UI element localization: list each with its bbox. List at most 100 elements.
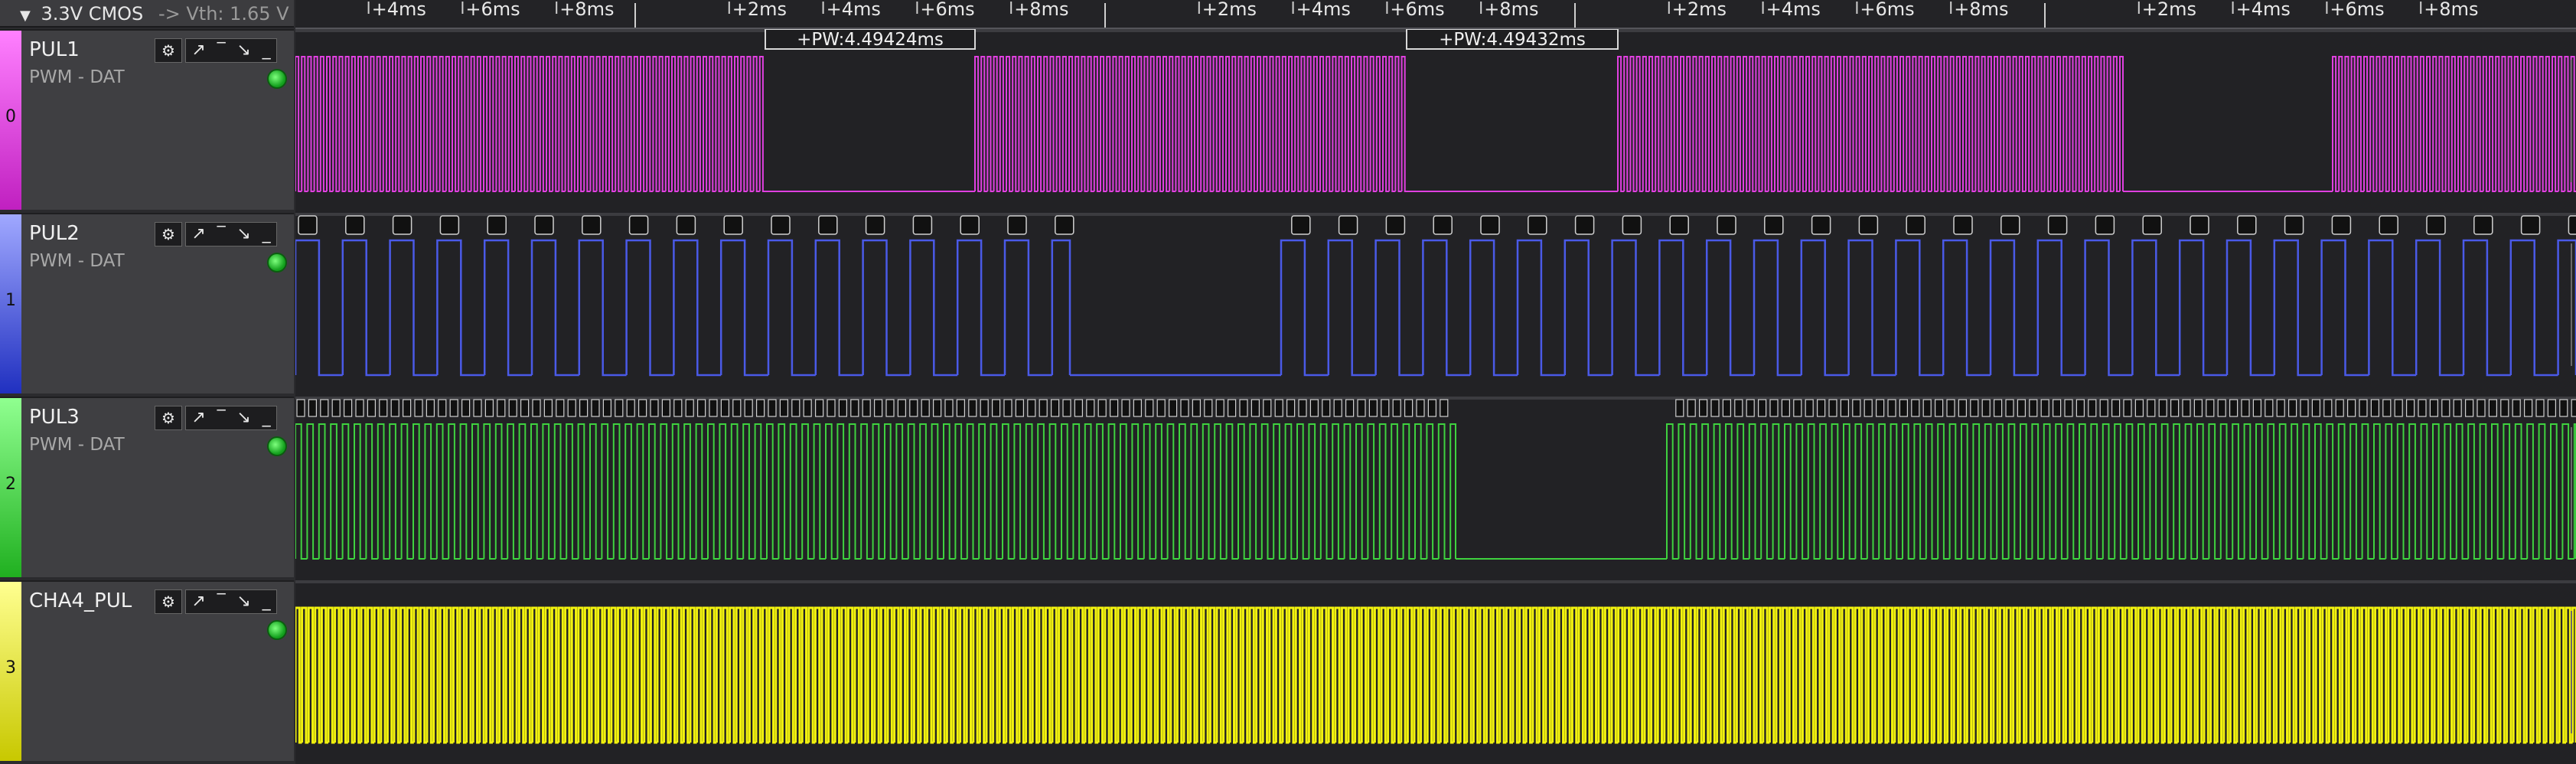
decoder-marker <box>1180 399 1189 417</box>
channel-index: 0 <box>5 107 16 126</box>
edge-trigger-buttons[interactable]: ↗ ‾ ↘ _ <box>185 589 277 614</box>
decoder-marker <box>1404 399 1414 417</box>
decoder-marker <box>2206 399 2215 417</box>
edge-trigger-buttons[interactable]: ↗ ‾ ↘ _ <box>185 222 277 247</box>
low-level-icon[interactable]: _ <box>262 406 271 429</box>
decoder-marker <box>497 399 506 417</box>
decoder-marker <box>1811 215 1831 235</box>
vth-label: Vth: 1.65 V <box>186 3 289 24</box>
gear-icon[interactable]: ⚙ <box>155 406 182 430</box>
decoder-marker <box>1074 399 1084 417</box>
channel-panel-pul2[interactable]: 1 PUL2 PWM - DAT ⚙ ↗ ‾ ↘ _ <box>0 213 294 393</box>
decoder-marker <box>2477 399 2486 417</box>
decoder-marker <box>1298 399 1307 417</box>
decoder-marker <box>709 399 718 417</box>
high-level-icon[interactable]: ‾ <box>217 223 226 246</box>
falling-edge-icon[interactable]: ↘ <box>236 406 250 429</box>
decoder-marker <box>2276 399 2285 417</box>
decoder-marker <box>2193 399 2203 417</box>
decoder-marker <box>2568 215 2576 235</box>
collapse-icon[interactable]: ▼ <box>20 8 31 24</box>
decoder-marker <box>2359 399 2368 417</box>
high-level-icon[interactable]: ‾ <box>217 39 226 62</box>
decoder-marker <box>873 399 883 417</box>
decoder-marker <box>1333 399 1342 417</box>
channel-status-indicator <box>267 69 287 89</box>
decoder-marker <box>1309 399 1319 417</box>
decoder-marker <box>308 399 317 417</box>
decoder-marker <box>661 399 670 417</box>
decoder-marker <box>2441 399 2450 417</box>
decoder-marker <box>1168 399 1178 417</box>
channel-panel-pul1[interactable]: 0 PUL1 PWM - DAT ⚙ ↗ ‾ ↘ _ <box>0 29 294 210</box>
ruler-label: +8ms <box>1954 0 2008 20</box>
decoder-marker <box>390 399 399 417</box>
ruler-label: +4ms <box>1766 0 1821 20</box>
ruler-label: +8ms <box>559 0 614 20</box>
channel-name[interactable]: PUL2 <box>29 222 80 245</box>
decoder-marker <box>345 215 365 235</box>
decoder-marker <box>1480 215 1500 235</box>
rising-edge-icon[interactable]: ↗ <box>191 590 205 613</box>
decoder-marker <box>968 399 977 417</box>
gear-icon[interactable]: ⚙ <box>155 222 182 247</box>
edge-trigger-buttons[interactable]: ↗ ‾ ↘ _ <box>185 406 277 430</box>
low-level-icon[interactable]: _ <box>262 223 271 246</box>
decoder-marker <box>1039 399 1048 417</box>
decoder-marker <box>1263 399 1272 417</box>
falling-edge-icon[interactable]: ↘ <box>236 590 250 613</box>
channel-name[interactable]: PUL3 <box>29 406 80 429</box>
decoder-marker <box>1958 399 1967 417</box>
high-level-icon[interactable]: ‾ <box>217 406 226 429</box>
falling-edge-icon[interactable]: ↘ <box>236 39 250 62</box>
decoder-marker <box>1622 215 1642 235</box>
channel-panel-pul3[interactable]: 2 PUL3 PWM - DAT ⚙ ↗ ‾ ↘ _ <box>0 397 294 577</box>
channel-tools: ⚙ ↗ ‾ ↘ _ <box>155 589 277 614</box>
decoder-marker <box>508 399 517 417</box>
decoder-marker <box>1368 399 1378 417</box>
decoder-marker <box>2520 215 2541 235</box>
decoder-marker <box>1062 399 1071 417</box>
low-level-icon[interactable]: _ <box>262 39 271 62</box>
channel-panel-cha4_pul[interactable]: 3 CHA4_PUL ⚙ ↗ ‾ ↘ _ <box>0 580 294 761</box>
time-ruler[interactable]: +4ms +6ms +8ms +2ms +4ms +6ms +8ms +2ms +4ms +6ms… <box>295 0 2576 29</box>
decoder-marker <box>1427 399 1437 417</box>
decoder-marker <box>567 399 576 417</box>
decoder-marker <box>532 399 541 417</box>
rising-edge-icon[interactable]: ↗ <box>191 406 205 429</box>
decoder-marker <box>932 399 942 417</box>
decoder-marker <box>850 399 859 417</box>
channel-name[interactable]: PUL1 <box>29 38 80 61</box>
rising-edge-icon[interactable]: ↗ <box>191 39 205 62</box>
decoder-marker <box>2029 399 2038 417</box>
decoder-marker <box>1338 215 1358 235</box>
decoder-marker <box>626 399 635 417</box>
pulse-width-label: +PW:4.49432ms <box>1439 30 1586 50</box>
decoder-marker <box>2252 399 2261 417</box>
gear-icon[interactable]: ⚙ <box>155 38 182 63</box>
decoder-marker <box>912 215 933 235</box>
decoder-marker <box>696 399 706 417</box>
decoder-marker <box>1015 399 1025 417</box>
edge-trigger-buttons[interactable]: ↗ ‾ ↘ _ <box>185 38 277 63</box>
waveform-view[interactable]: +PW:4.49424ms +PW:4.49432ms <box>295 29 2576 764</box>
channel-name[interactable]: CHA4_PUL <box>29 589 132 612</box>
decoder-marker <box>1994 399 2003 417</box>
decoder-marker <box>1133 399 1143 417</box>
rising-edge-icon[interactable]: ↗ <box>191 223 205 246</box>
decoder-marker <box>1574 215 1595 235</box>
decoder-marker <box>744 399 753 417</box>
decoder-marker <box>543 399 553 417</box>
decoder-marker <box>2064 399 2073 417</box>
high-level-icon[interactable]: ‾ <box>217 590 226 613</box>
gear-icon[interactable]: ⚙ <box>155 589 182 614</box>
decoder-marker <box>1086 399 1095 417</box>
decoder-marker <box>720 399 730 417</box>
decoder-marker <box>771 215 791 235</box>
decoder-marker <box>1286 399 1296 417</box>
falling-edge-icon[interactable]: ↘ <box>236 223 250 246</box>
decoder-marker <box>1687 399 1696 417</box>
low-level-icon[interactable]: _ <box>262 590 271 613</box>
voltage-header[interactable]: ▼ 3.3V CMOS -> Vth: 1.65 V <box>0 0 294 28</box>
decoder-marker <box>779 399 789 417</box>
